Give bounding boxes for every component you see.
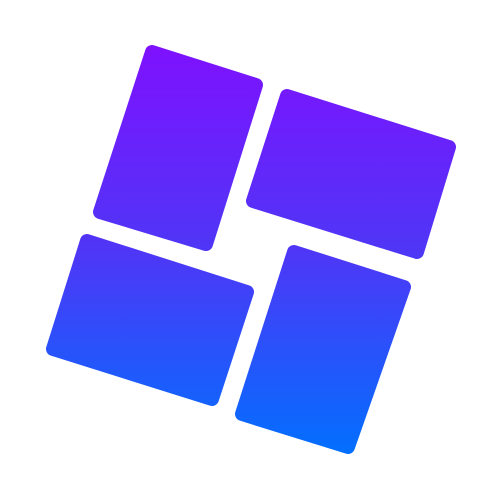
tile-top-left: [93, 45, 263, 251]
tile-top-right: [246, 89, 456, 259]
tile-bottom-left: [46, 234, 254, 406]
four-tile-grid-icon: [46, 45, 456, 454]
logo-canvas: [0, 0, 500, 500]
tile-bottom-right: [235, 245, 411, 454]
